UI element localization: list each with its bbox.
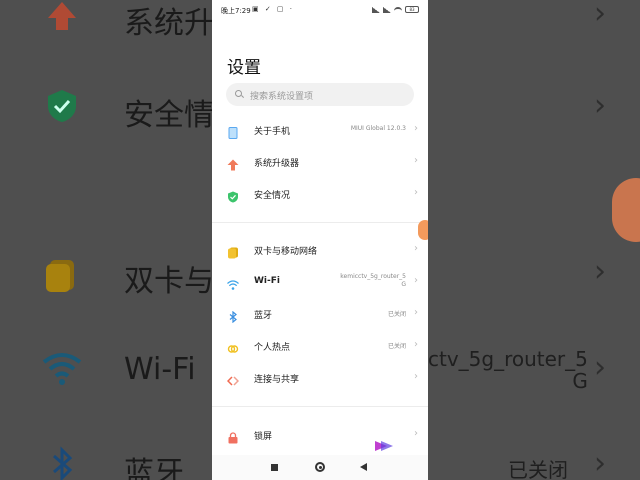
chevron-right-icon: › — [414, 307, 418, 318]
bg-label: Wi-Fi — [124, 352, 196, 387]
settings-item-bluetooth[interactable]: 蓝牙 已关闭 › — [212, 300, 428, 330]
chevron-right-icon: › — [414, 123, 418, 134]
signal-icon — [372, 6, 380, 13]
chevron-right-icon: › — [414, 371, 418, 382]
search-placeholder: 搜索系统设置项 — [250, 92, 314, 102]
shield-check-icon — [44, 88, 80, 124]
notification-icons: ▣ ✓ ▢ · — [252, 5, 294, 13]
bg-value: ctv_5g_router_5 G — [428, 347, 588, 393]
bg-value: 已关闭 — [508, 458, 568, 480]
settings-item-system-update[interactable]: 系统升级器 › — [212, 148, 428, 178]
settings-item-value: 已关闭 — [387, 311, 406, 318]
signal-icon — [383, 6, 391, 13]
settings-item-wifi[interactable]: Wi-Fi kemicctv_5g_router_5 G › — [212, 268, 428, 298]
chevron-right-icon: › — [594, 254, 606, 289]
chevron-right-icon: › — [594, 88, 606, 123]
settings-item-value: MIUI Global 12.0.3 — [350, 125, 406, 132]
bg-label: 蓝牙 — [124, 456, 184, 480]
settings-item-about-phone[interactable]: 关于手机 MIUI Global 12.0.3 › — [212, 116, 428, 146]
bg-label: 系统升 — [124, 6, 214, 41]
settings-item-label: Wi-Fi — [254, 276, 280, 286]
chevron-right-icon: › — [414, 187, 418, 198]
wifi-status-icon — [394, 6, 402, 13]
settings-item-label: 安全情况 — [254, 191, 291, 201]
hotspot-icon — [227, 340, 239, 353]
chevron-right-icon: › — [414, 243, 418, 254]
settings-screen: 晚上7:29 ▣ ✓ ▢ · 83 设置 搜索系统设置项 关于手机 MIUI G… — [212, 0, 428, 480]
settings-item-sim-network[interactable]: 双卡与移动网络 › — [212, 236, 428, 266]
bg-label: 安全情 — [124, 98, 214, 133]
floating-ball — [612, 178, 640, 242]
bg-label: 双卡与 — [124, 264, 214, 299]
chevron-right-icon: › — [414, 275, 418, 286]
navigation-bar — [212, 455, 428, 480]
status-time: 晚上7:29 — [221, 7, 251, 15]
settings-item-label: 系统升级器 — [254, 159, 300, 169]
settings-item-label: 锁屏 — [254, 432, 273, 442]
floating-ball[interactable] — [418, 220, 428, 240]
sim-card-icon — [44, 256, 80, 292]
chevron-right-icon: › — [594, 350, 606, 385]
settings-item-label: 连接与共享 — [254, 375, 300, 385]
upgrade-arrow-icon — [44, 0, 80, 34]
settings-item-connection-sharing[interactable]: 连接与共享 › — [212, 364, 428, 394]
page-title: 设置 — [227, 58, 261, 78]
status-bar: 晚上7:29 ▣ ✓ ▢ · 83 — [212, 0, 428, 22]
sim-card-icon — [227, 244, 239, 259]
upgrade-arrow-icon — [227, 156, 239, 171]
home-icon[interactable] — [315, 462, 325, 472]
settings-item-label: 关于手机 — [254, 127, 291, 137]
connection-sharing-icon — [226, 372, 240, 386]
bluetooth-icon — [227, 308, 239, 324]
settings-item-hotspot[interactable]: 个人热点 已关闭 › — [212, 332, 428, 362]
section-divider — [212, 222, 428, 223]
wifi-icon — [227, 276, 239, 290]
chevron-right-icon: › — [414, 339, 418, 350]
bluetooth-icon — [44, 446, 80, 480]
search-icon — [235, 90, 242, 97]
chevron-right-icon: › — [414, 155, 418, 166]
lock-icon — [227, 429, 239, 444]
settings-item-lock-screen[interactable]: 锁屏 › — [212, 421, 428, 451]
settings-item-label: 双卡与移动网络 — [254, 247, 318, 257]
recents-icon[interactable] — [271, 464, 278, 471]
section-divider — [212, 406, 428, 407]
phone-icon — [227, 124, 239, 139]
status-right-icons: 83 — [372, 6, 419, 13]
chevron-right-icon: › — [594, 446, 606, 480]
settings-item-value: 已关闭 — [387, 343, 406, 350]
chevron-right-icon: › — [594, 0, 606, 31]
search-input[interactable]: 搜索系统设置项 — [226, 83, 414, 106]
shield-check-icon — [227, 188, 239, 203]
app-logo-watermark — [373, 438, 393, 452]
battery-icon: 83 — [405, 6, 419, 13]
settings-item-value: kemicctv_5g_router_5 G — [340, 273, 406, 288]
chevron-right-icon: › — [414, 428, 418, 439]
settings-item-label: 蓝牙 — [254, 311, 273, 321]
settings-item-label: 个人热点 — [254, 343, 291, 353]
wifi-icon — [40, 350, 84, 386]
back-icon[interactable] — [360, 463, 367, 471]
settings-item-security[interactable]: 安全情况 › — [212, 180, 428, 210]
